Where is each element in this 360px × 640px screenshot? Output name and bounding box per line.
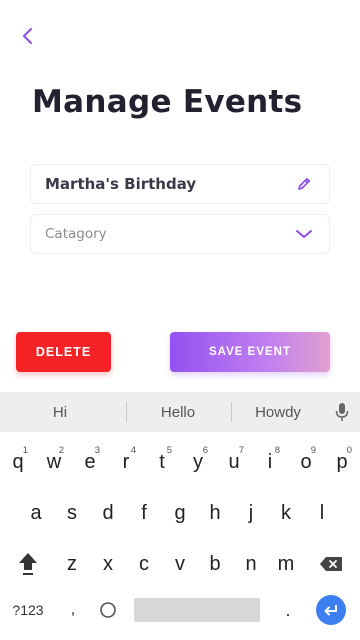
- key-o[interactable]: 9o: [288, 438, 324, 486]
- comma-key[interactable]: ,: [64, 592, 82, 628]
- key-j[interactable]: j: [233, 489, 269, 537]
- suggestion-divider: [126, 402, 127, 422]
- key-b[interactable]: b: [197, 540, 233, 588]
- enter-key[interactable]: [316, 595, 346, 625]
- key-q[interactable]: 1q: [0, 438, 36, 486]
- shift-key[interactable]: [12, 544, 44, 584]
- emoji-key[interactable]: [96, 596, 120, 624]
- key-number: 9: [310, 445, 316, 456]
- key-d[interactable]: d: [90, 489, 126, 537]
- key-i[interactable]: 8i: [252, 438, 288, 486]
- key-t[interactable]: 5t: [144, 438, 180, 486]
- key-number: 8: [274, 445, 280, 456]
- backspace-key[interactable]: [316, 548, 346, 580]
- key-a[interactable]: a: [18, 489, 54, 537]
- category-placeholder: Catagory: [45, 226, 107, 242]
- soft-keyboard: Hi Hello Howdy 1q 2w 3e 4r 5t 6y 7u 8i 9…: [0, 392, 360, 640]
- key-m[interactable]: m: [268, 540, 304, 588]
- key-u[interactable]: 7u: [216, 438, 252, 486]
- microphone-icon[interactable]: [334, 402, 350, 422]
- circle-icon: [100, 602, 116, 618]
- key-l[interactable]: l: [304, 489, 340, 537]
- event-name-value: Martha's Birthday: [45, 175, 197, 193]
- key-number: 0: [346, 445, 352, 456]
- backspace-icon: [320, 557, 342, 571]
- key-y[interactable]: 6y: [180, 438, 216, 486]
- key-w[interactable]: 2w: [36, 438, 72, 486]
- key-k[interactable]: k: [268, 489, 304, 537]
- symbols-key[interactable]: ?123: [6, 592, 50, 628]
- back-button[interactable]: [14, 22, 40, 50]
- key-letter: y: [193, 450, 203, 473]
- key-number: 5: [166, 445, 172, 456]
- key-number: 2: [58, 445, 64, 456]
- delete-button[interactable]: DELETE: [16, 332, 111, 372]
- key-letter: r: [122, 450, 130, 473]
- key-n[interactable]: n: [233, 540, 269, 588]
- key-z[interactable]: z: [54, 540, 90, 588]
- pencil-icon[interactable]: [293, 173, 315, 195]
- suggestion-item[interactable]: Hello: [138, 392, 218, 432]
- key-letter: i: [267, 450, 273, 473]
- key-s[interactable]: s: [54, 489, 90, 537]
- key-r[interactable]: 4r: [108, 438, 144, 486]
- spacebar[interactable]: [134, 598, 260, 622]
- key-x[interactable]: x: [90, 540, 126, 588]
- page-title: Manage Events: [32, 84, 303, 120]
- chevron-down-icon: [293, 223, 315, 245]
- key-number: 4: [130, 445, 136, 456]
- enter-icon: [324, 605, 337, 616]
- period-key[interactable]: .: [280, 592, 296, 628]
- key-number: 6: [202, 445, 208, 456]
- save-event-button[interactable]: SAVE EVENT: [170, 332, 330, 372]
- key-f[interactable]: f: [126, 489, 162, 537]
- key-number: 3: [94, 445, 100, 456]
- key-v[interactable]: v: [162, 540, 198, 588]
- key-p[interactable]: 0p: [324, 438, 360, 486]
- key-h[interactable]: h: [197, 489, 233, 537]
- suggestion-item[interactable]: Hi: [20, 392, 100, 432]
- category-select[interactable]: Catagory: [30, 214, 330, 254]
- key-e[interactable]: 3e: [72, 438, 108, 486]
- shift-icon: [19, 553, 37, 575]
- key-c[interactable]: c: [126, 540, 162, 588]
- suggestion-item[interactable]: Howdy: [238, 392, 318, 432]
- chevron-left-icon: [23, 28, 32, 44]
- key-number: 1: [22, 445, 28, 456]
- key-number: 7: [238, 445, 244, 456]
- key-g[interactable]: g: [162, 489, 198, 537]
- suggestion-bar: Hi Hello Howdy: [0, 392, 360, 432]
- key-letter: t: [159, 450, 165, 473]
- event-name-field[interactable]: Martha's Birthday: [30, 164, 330, 204]
- suggestion-divider: [231, 402, 232, 422]
